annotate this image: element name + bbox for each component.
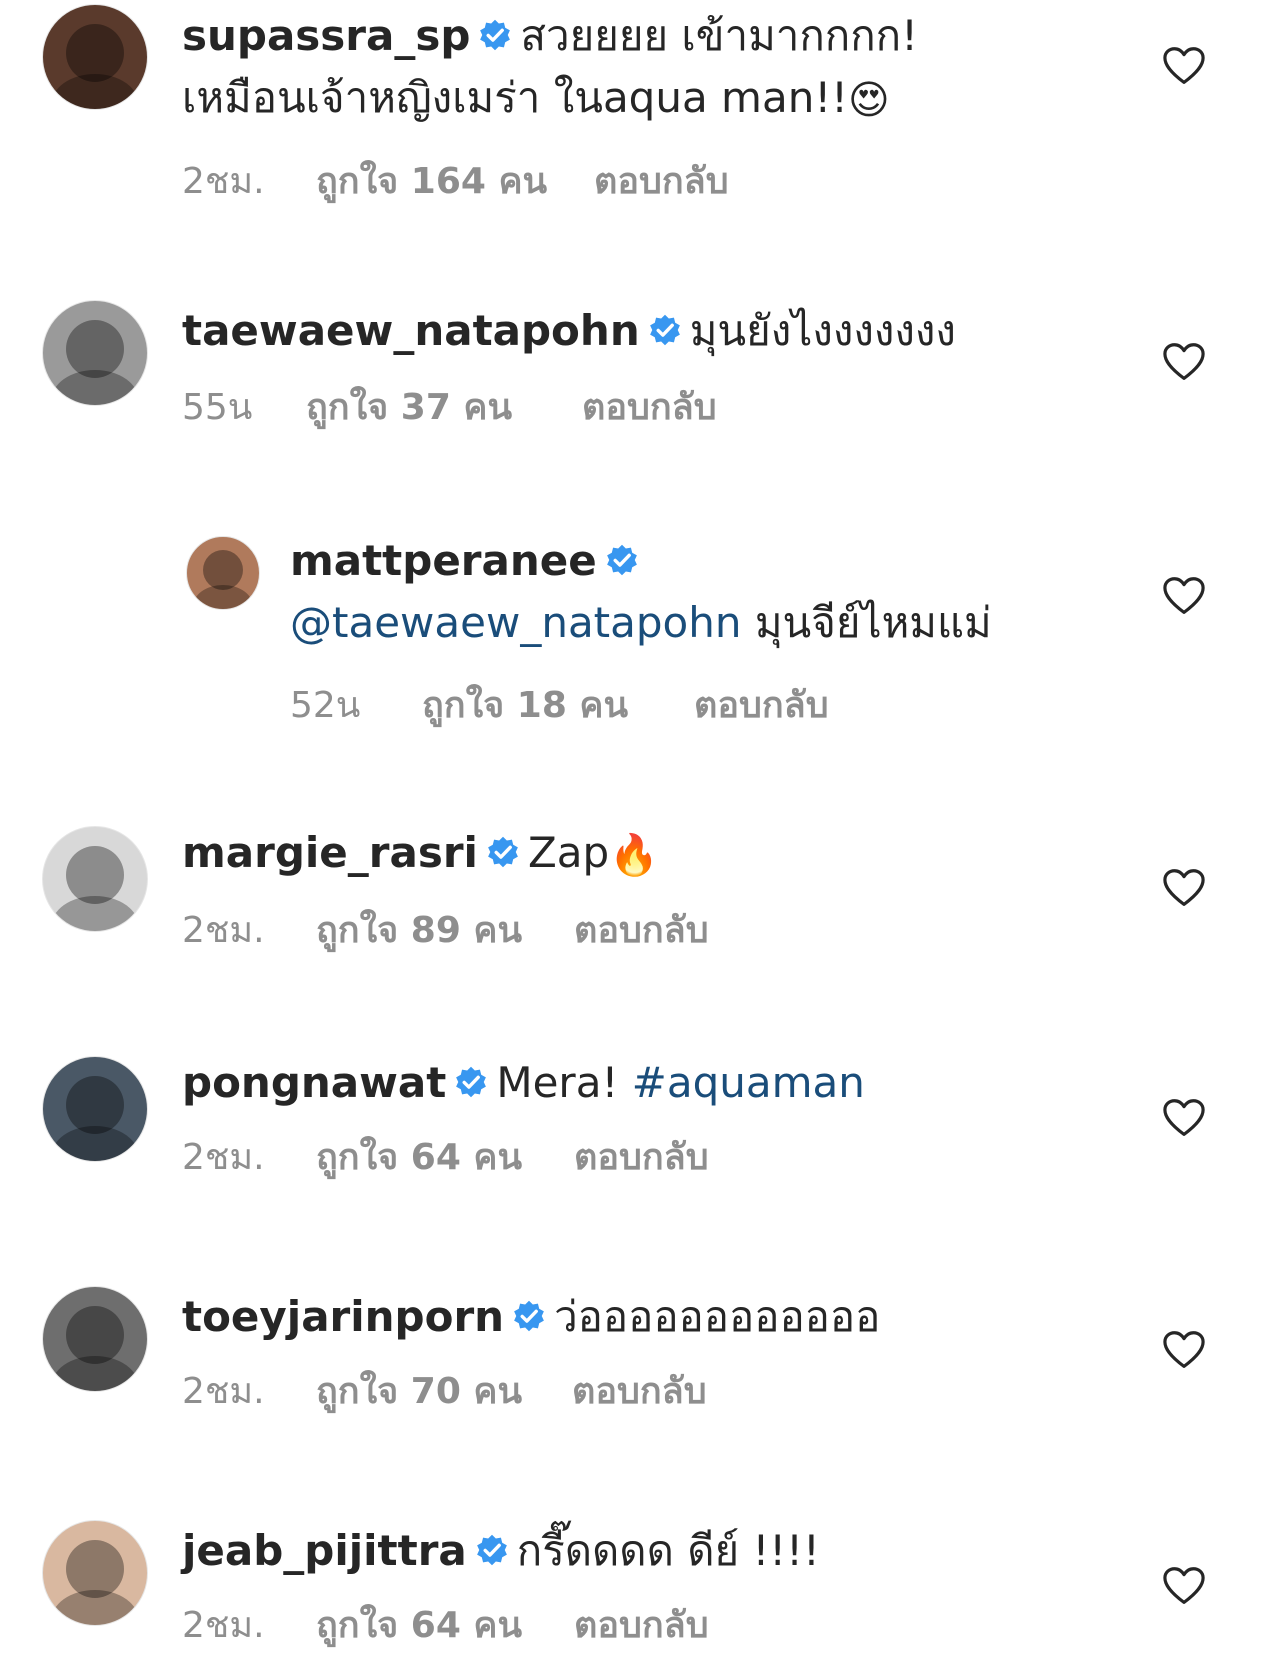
comment-line: toeyjarinporn ว่ออออออออออออ xyxy=(182,1286,880,1348)
username[interactable]: jeab_pijittra xyxy=(182,1526,467,1575)
comment-line: @taewaew_natapohn มุนจีย์ไหมแม่ xyxy=(290,592,992,654)
comment-text: มุนยังไงงงงงงง xyxy=(689,306,956,355)
timestamp: 2ชม. xyxy=(182,909,265,951)
comment-meta: 2ชม. ถูกใจ 64 คน ตอบกลับ xyxy=(182,1596,820,1653)
username[interactable]: mattperanee xyxy=(290,536,597,585)
timestamp: 2ชม. xyxy=(182,1137,265,1178)
reply-button[interactable]: ตอบกลับ xyxy=(574,901,709,958)
like-count[interactable]: ถูกใจ 37 คน xyxy=(306,378,582,435)
avatar[interactable] xyxy=(42,4,148,110)
comment-text: มุนจีย์ไหมแม่ xyxy=(754,598,992,647)
verified-badge-icon xyxy=(606,544,637,575)
heart-outline-icon[interactable] xyxy=(1162,1566,1206,1606)
username[interactable]: taewaew_natapohn xyxy=(182,306,640,355)
comment-text: ว่ออออออออออออ xyxy=(554,1292,881,1341)
avatar[interactable] xyxy=(42,826,148,932)
comment-body: pongnawat Mera! #aquaman 2ชม. ถูกใจ 64 คนต… xyxy=(182,1052,865,1185)
comment-meta: 2ชม. ถูกใจ 164 คน ตอบกลับ xyxy=(182,152,918,209)
heart-outline-icon[interactable] xyxy=(1162,1098,1206,1138)
reply-button[interactable]: ตอบกลับ xyxy=(574,1596,709,1653)
username[interactable]: pongnawat xyxy=(182,1058,446,1107)
heart-outline-icon[interactable] xyxy=(1162,46,1206,86)
verified-badge-icon xyxy=(476,1534,507,1565)
timestamp: 55น xyxy=(182,387,253,428)
avatar-shoulders xyxy=(192,584,254,609)
like-count[interactable]: ถูกใจ 70 คน xyxy=(316,1362,572,1419)
comment-meta: 55น ถูกใจ 37 คน ตอบกลับ xyxy=(182,378,956,435)
comment-line: taewaew_natapohn มุนยังไงงงงงงง xyxy=(182,300,956,362)
timestamp: 52น xyxy=(290,685,361,726)
comment-body: margie_rasri Zap🔥 2ชม. ถูกใจ 89 คน ตอบกลับ xyxy=(182,822,709,958)
comment-text: กรี๊ดดดด ดีย์ !!!! xyxy=(516,1526,820,1575)
comment-meta: 2ชม. ถูกใจ 70 คน ตอบกลับ xyxy=(182,1362,880,1419)
heart-outline-icon[interactable] xyxy=(1162,576,1206,616)
comment-body: supassra_sp สวยยยย เข้ามากกกก! เหมือนเจ้า… xyxy=(182,5,918,209)
like-count[interactable]: ถูกใจ 164 คน xyxy=(316,152,594,209)
verified-badge-icon xyxy=(488,836,518,867)
reply-button[interactable]: ตอบกลับ xyxy=(694,676,829,733)
like-count[interactable]: ถูกใจ 64 คน xyxy=(316,1128,574,1185)
timestamp: 2ชม. xyxy=(182,160,265,202)
mention-link[interactable]: @taewaew_natapohn xyxy=(290,598,741,647)
comment-meta: 2ชม. ถูกใจ 89 คน ตอบกลับ xyxy=(182,901,709,958)
comment-text: Zap xyxy=(527,828,610,877)
verified-badge-icon xyxy=(456,1066,487,1097)
verified-badge-icon xyxy=(514,1300,544,1331)
avatar-shoulders xyxy=(51,895,139,931)
avatar-shoulders xyxy=(51,73,139,109)
comment-body: jeab_pijittra กรี๊ดดดด ดีย์ !!!! 2ชม. ถูกใ… xyxy=(182,1520,820,1653)
username[interactable]: margie_rasri xyxy=(182,828,478,877)
comment-line: pongnawat Mera! #aquaman xyxy=(182,1052,865,1114)
comment-meta: 2ชม. ถูกใจ 64 คน ตอบกลับ xyxy=(182,1128,865,1185)
like-count[interactable]: ถูกใจ 89 คน xyxy=(316,901,574,958)
reply-button[interactable]: ตอบกลับ xyxy=(594,152,729,209)
timestamp: 2ชม. xyxy=(182,1605,265,1646)
reply-button[interactable]: ตอบกลับ xyxy=(572,1362,707,1419)
comment-body: toeyjarinporn ว่ออออออออออออ 2ชม. ถูกใจ 70… xyxy=(182,1286,880,1419)
avatar-shoulders xyxy=(51,1589,139,1625)
heart-outline-icon[interactable] xyxy=(1162,868,1206,908)
heart-outline-icon[interactable] xyxy=(1162,342,1206,382)
username[interactable]: supassra_sp xyxy=(182,11,470,60)
timestamp: 2ชม. xyxy=(182,1371,265,1412)
verified-badge-icon xyxy=(480,19,511,50)
heart-outline-icon[interactable] xyxy=(1162,1330,1206,1370)
comment-line: margie_rasri Zap🔥 xyxy=(182,822,709,887)
hashtag-link[interactable]: #aquaman xyxy=(632,1058,865,1107)
avatar[interactable] xyxy=(186,536,260,610)
comment-text: Mera! xyxy=(496,1058,619,1107)
avatar-shoulders xyxy=(51,1355,139,1391)
username[interactable]: toeyjarinporn xyxy=(182,1292,504,1341)
avatar-shoulders xyxy=(51,1125,139,1161)
fire-emoji: 🔥 xyxy=(609,832,659,879)
reply-button[interactable]: ตอบกลับ xyxy=(574,1128,709,1185)
comment-body: mattperanee @taewaew_natapohn มุนจีย์ไหม… xyxy=(290,530,992,733)
avatar[interactable] xyxy=(42,1520,148,1626)
avatar-shoulders xyxy=(51,369,139,405)
comment-line: jeab_pijittra กรี๊ดดดด ดีย์ !!!! xyxy=(182,1520,820,1582)
comment-line: supassra_sp สวยยยย เข้ามากกกก! xyxy=(182,5,918,67)
comment-body: taewaew_natapohn มุนยังไงงงงงงง 55น ถูกใจ … xyxy=(182,300,956,435)
comment-text: สวยยยย เข้ามากกกก! xyxy=(520,11,918,60)
comment-text: เหมือนเจ้าหญิงเมร่า ในaqua man!! xyxy=(182,73,848,122)
avatar[interactable] xyxy=(42,300,148,406)
avatar[interactable] xyxy=(42,1056,148,1162)
heart-eyes-emoji: 😍 xyxy=(848,77,890,124)
like-count[interactable]: ถูกใจ 64 คน xyxy=(316,1596,574,1653)
reply-button[interactable]: ตอบกลับ xyxy=(582,378,717,435)
verified-badge-icon xyxy=(649,314,680,345)
like-count[interactable]: ถูกใจ 18 คน xyxy=(422,676,694,733)
comment-line: เหมือนเจ้าหญิงเมร่า ในaqua man!!😍 xyxy=(182,67,918,132)
comment-line: mattperanee xyxy=(290,530,992,592)
comment-meta: 52น ถูกใจ 18 คน ตอบกลับ xyxy=(290,676,992,733)
avatar[interactable] xyxy=(42,1286,148,1392)
